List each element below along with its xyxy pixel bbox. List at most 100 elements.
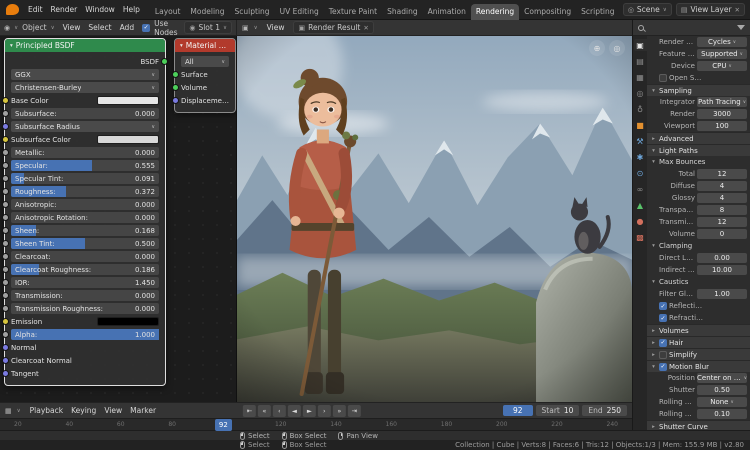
transport-button[interactable]: ◄ [287, 404, 301, 417]
properties-row[interactable]: Reflective Caustics ∨ [647, 300, 750, 312]
property-value[interactable]: 4 ∨ [697, 193, 747, 203]
properties-tab[interactable]: ■ [634, 119, 647, 131]
workspace-tab[interactable]: Sculpting [230, 4, 275, 20]
menu-item[interactable]: View [100, 406, 126, 415]
node-socket[interactable] [172, 71, 179, 78]
property-value[interactable]: 12 ∨ [697, 169, 747, 179]
property-value[interactable]: 10.00 ∨ [697, 265, 747, 275]
node-row[interactable]: Subsurface: 0.000 ∨ [2, 108, 159, 119]
properties-row[interactable]: Rolling Shutter None ∨ [647, 396, 750, 408]
principled-bsdf-node[interactable]: ▾ Principled BSDF BSDF GGX ∨ Christensen… [2, 38, 168, 386]
properties-tab[interactable]: ▩ [634, 231, 647, 243]
workspace-tab[interactable]: Scripting [576, 4, 619, 20]
nav-gizmo-icon[interactable]: ◎ [609, 40, 625, 56]
property-value[interactable]: 0.00 ∨ [697, 253, 747, 263]
node-row[interactable]: Volume ∨ [172, 82, 229, 93]
transport-button[interactable]: » [332, 404, 346, 417]
property-value[interactable]: 4 ∨ [697, 181, 747, 191]
node-socket[interactable] [2, 240, 9, 247]
checkbox[interactable] [659, 74, 667, 82]
properties-tab[interactable]: ▣ [633, 39, 647, 51]
node-socket[interactable] [2, 344, 9, 351]
node-row[interactable]: Tangent ∨ [2, 368, 159, 379]
node-socket[interactable] [2, 318, 9, 325]
properties-row[interactable]: ▸ Advanced ∨ [647, 132, 750, 144]
node-socket[interactable] [2, 370, 9, 377]
properties-tab[interactable]: ✱ [634, 151, 647, 163]
properties-row[interactable]: Total 12 ∨ [647, 168, 750, 180]
node-socket[interactable] [2, 149, 9, 156]
node-row[interactable]: Subsurface Radius ∨ [2, 121, 159, 132]
node-socket[interactable] [2, 162, 9, 169]
scene-selector[interactable]: ◎ Scene ∨ [622, 3, 672, 16]
color-swatch[interactable] [97, 135, 159, 144]
properties-tab[interactable]: ◎ [634, 87, 647, 99]
node-socket[interactable] [2, 253, 9, 260]
collapse-icon[interactable]: ▾ [10, 43, 13, 49]
shader-editor[interactable]: ▾ Principled BSDF BSDF GGX ∨ Christensen… [0, 36, 237, 402]
checkbox[interactable] [659, 362, 667, 371]
node-row[interactable]: Sheen Tint: 0.500 ∨ [2, 238, 159, 249]
menu-item[interactable]: Add [116, 23, 139, 32]
node-socket[interactable] [2, 110, 9, 117]
node-row[interactable]: Clearcoat Normal ∨ [2, 355, 159, 366]
checkbox[interactable] [659, 302, 667, 310]
node-row[interactable]: Surface ∨ [172, 69, 229, 80]
node-row[interactable]: Alpha: 1.000 ∨ [2, 329, 159, 340]
menu-item[interactable]: View [263, 23, 289, 32]
properties-row[interactable]: ▾ Sampling ∨ [647, 84, 750, 96]
properties-tab[interactable]: ▦ [634, 71, 647, 83]
properties-row[interactable]: ▾ Max Bounces ∨ [647, 156, 750, 168]
collapse-icon[interactable]: ▾ [180, 43, 183, 49]
filter-icon[interactable] [737, 25, 745, 30]
node-row[interactable]: Specular: 0.555 ∨ [2, 160, 159, 171]
node-row[interactable]: Roughness: 0.372 ∨ [2, 186, 159, 197]
menu-item[interactable]: Playback [26, 406, 67, 415]
node-row[interactable]: Subsurface Color ∨ [2, 134, 159, 145]
properties-row[interactable]: Volume 0 ∨ [647, 228, 750, 240]
properties-row[interactable]: ▾ Motion Blur ∨ [647, 360, 750, 372]
properties-tab[interactable]: ♁ [634, 103, 647, 115]
disclosure-arrow-icon[interactable]: ▾ [650, 159, 657, 165]
disclosure-arrow-icon[interactable]: ▸ [650, 136, 657, 142]
node-socket[interactable] [172, 97, 179, 104]
disclosure-arrow-icon[interactable]: ▾ [650, 279, 657, 285]
properties-row[interactable]: Shutter 0.50 ∨ [647, 384, 750, 396]
checkbox[interactable] [659, 338, 667, 347]
node-socket[interactable] [2, 97, 9, 104]
node-row[interactable]: IOR: 1.450 ∨ [2, 277, 159, 288]
close-icon[interactable]: ✕ [735, 6, 740, 14]
menu-item[interactable]: Help [119, 5, 144, 14]
properties-row[interactable]: Indirect Light 10.00 ∨ [647, 264, 750, 276]
node-row[interactable]: Sheen: 0.168 ∨ [2, 225, 159, 236]
properties-row[interactable]: ▾ Caustics ∨ [647, 276, 750, 288]
current-frame-field[interactable]: 92 [502, 405, 533, 416]
properties-tab[interactable]: ● [634, 215, 647, 227]
node-row[interactable]: Specular Tint: 0.091 ∨ [2, 173, 159, 184]
zoom-gizmo-icon[interactable]: ⊕ [589, 40, 605, 56]
properties-row[interactable]: ▸ Hair ∨ [647, 336, 750, 348]
node-row[interactable]: Metallic: 0.000 ∨ [2, 147, 159, 158]
disclosure-arrow-icon[interactable]: ▸ [650, 328, 657, 334]
node-socket[interactable] [2, 305, 9, 312]
properties-row[interactable]: Viewport 100 ∨ [647, 120, 750, 132]
unlink-icon[interactable]: ✕ [363, 24, 368, 32]
properties-row[interactable]: Refractive Caustics ∨ [647, 312, 750, 324]
node-socket[interactable] [2, 292, 9, 299]
shader-editor-icon[interactable]: ◉ [4, 24, 10, 32]
properties-row[interactable]: Open Shading Language ∨ [647, 72, 750, 84]
node-socket[interactable] [2, 214, 9, 221]
properties-row[interactable]: ▾ Light Paths ∨ [647, 144, 750, 156]
node-header[interactable]: ▾ Principled BSDF [5, 39, 165, 52]
menu-item[interactable]: Render [47, 5, 82, 14]
timeline-editor-icon[interactable]: ▦ [5, 407, 12, 415]
properties-row[interactable]: Render Engine Cycles ∨ [647, 36, 750, 48]
property-value[interactable]: Cycles ∨ [697, 37, 747, 47]
properties-row[interactable]: ▸ Shutter Curve ∨ [647, 420, 750, 430]
node-row[interactable]: Emission ∨ [2, 316, 159, 327]
node-socket[interactable] [2, 123, 9, 130]
workspace-tab[interactable]: Modeling [185, 4, 229, 20]
properties-row[interactable]: Transmission 12 ∨ [647, 216, 750, 228]
properties-row[interactable]: ▸ Simplify ∨ [647, 348, 750, 360]
node-row[interactable]: Clearcoat: 0.000 ∨ [2, 251, 159, 262]
